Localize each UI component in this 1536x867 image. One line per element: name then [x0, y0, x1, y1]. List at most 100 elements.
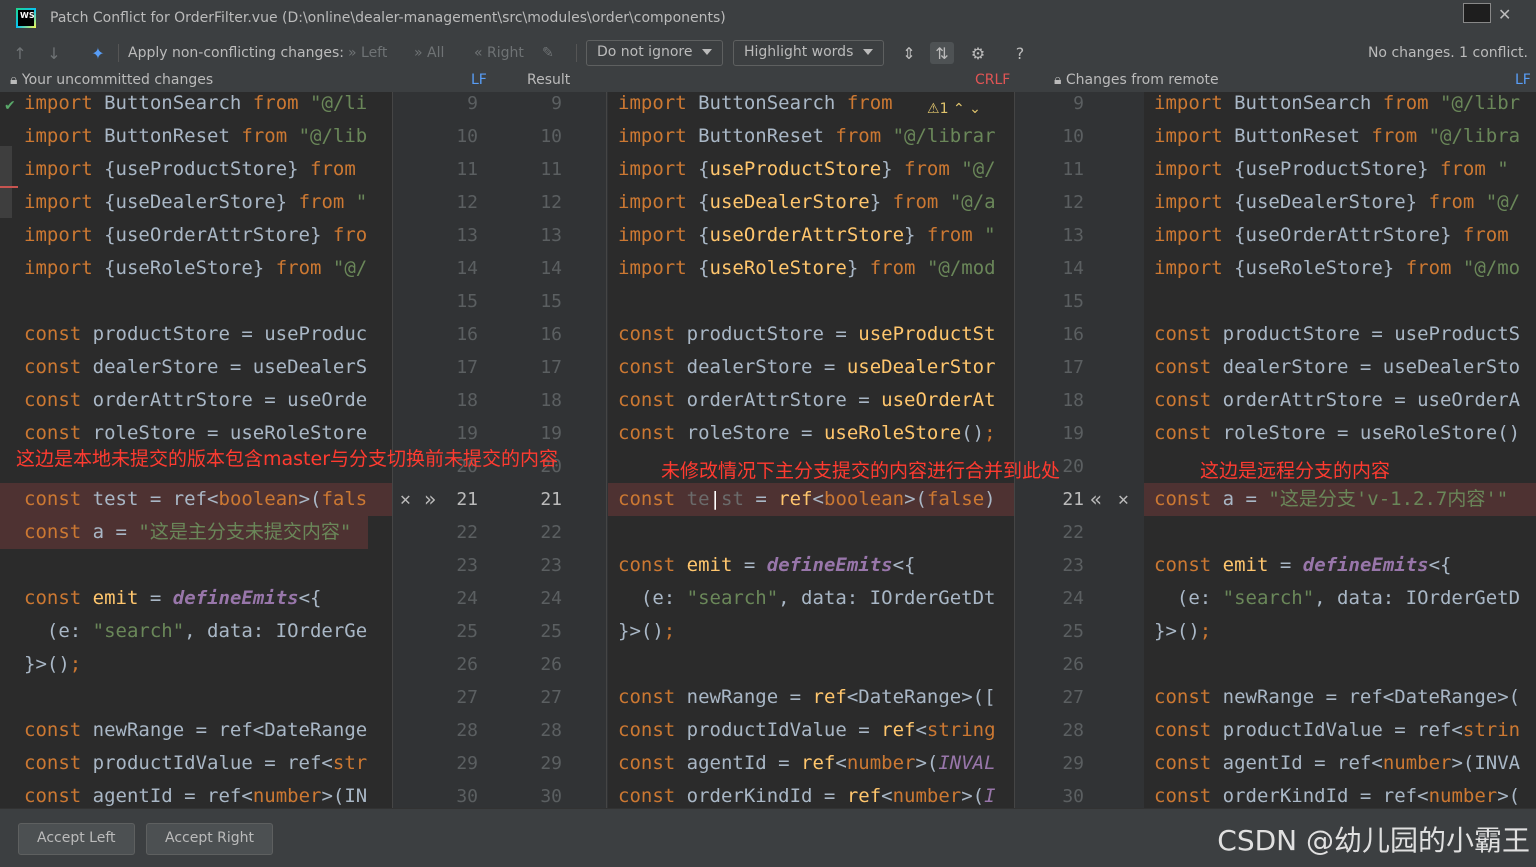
result-code-pane[interactable]: import ButtonSearch from import ButtonRe…: [618, 92, 1014, 808]
double-left-icon: «: [474, 45, 488, 61]
apply-left-button[interactable]: » Left: [348, 36, 387, 70]
code-line: import ButtonSearch from "@/li: [24, 92, 368, 114]
code-line: import ButtonSearch from: [618, 92, 893, 114]
webstorm-logo-icon: WS: [16, 8, 36, 28]
code-line: const productStore = useProduc: [24, 323, 368, 345]
lock-icon: 🔒︎: [10, 72, 18, 88]
previous-difference-icon[interactable]: ↑: [8, 42, 32, 64]
code-line: const orderAttrStore = useOrde: [24, 389, 368, 411]
conflict-status: No changes. 1 conflict.: [1367, 45, 1528, 61]
code-line: const productIdValue = ref<str: [24, 752, 368, 774]
right-panel-title: 🔒︎ Changes from remote: [1054, 72, 1219, 88]
code-line: const emit = defineEmits<{: [24, 587, 322, 609]
highlight-mode-dropdown[interactable]: Highlight words: [733, 40, 885, 66]
code-line: import {useDealerStore} from ": [24, 191, 368, 213]
code-line: import {useOrderAttrStore} fro: [24, 224, 368, 246]
collapse-unchanged-icon[interactable]: ⇕: [897, 42, 921, 64]
code-line: import ButtonReset from "@/libra: [1154, 125, 1521, 147]
code-line: import {useDealerStore} from "@/: [1154, 191, 1521, 213]
code-line: import {useRoleStore} from "@/: [24, 257, 368, 279]
chevron-down-icon: [702, 49, 713, 55]
scroll-marker: [0, 146, 12, 218]
magic-wand-icon[interactable]: ✎: [542, 36, 554, 70]
right-annotation: 这边是远程分支的内容: [1200, 460, 1391, 482]
code-line: const orderKindId = ref<number>(: [1154, 785, 1521, 807]
accept-right-chevron-icon[interactable]: «: [1090, 483, 1102, 516]
toolbar: ↑ ↓ ✦ Apply non-conflicting changes: » L…: [0, 36, 1536, 70]
code-line: import {useRoleStore} from "@/mo: [1154, 257, 1521, 279]
code-line: const productIdValue = ref<strin: [1154, 719, 1521, 741]
window-thumbnail-icon[interactable]: [1463, 3, 1491, 23]
code-line: const productIdValue = ref<string: [618, 719, 996, 741]
code-line: import ButtonSearch from "@/libr: [1154, 92, 1521, 114]
code-line: const a = "这是分支'v-1.2.7内容'": [1154, 488, 1509, 510]
code-line: import ButtonReset from "@/librar: [618, 125, 996, 147]
double-right-icon: »: [414, 45, 428, 61]
double-right-icon: »: [348, 45, 362, 61]
accept-left-chevron-icon[interactable]: »: [424, 483, 436, 516]
bottom-bar: Accept Left Accept Right CSDN @幼儿园的小霸王: [0, 808, 1536, 867]
check-icon: ✔: [4, 98, 16, 114]
code-line: (e: "search", data: IOrderGetD: [1154, 587, 1521, 609]
code-line: const dealerStore = useDealerSto: [1154, 356, 1521, 378]
close-icon[interactable]: ✕: [1498, 5, 1511, 24]
right-gutter: 9 10 11 12 13 14 15 16 17 18 19 20 21 22…: [1014, 92, 1144, 808]
discard-left-icon[interactable]: ✕: [400, 483, 411, 516]
code-line: const agentId = ref<number>(INVAL: [618, 752, 996, 774]
code-line: import {useDealerStore} from "@/a: [618, 191, 996, 213]
code-line: const orderKindId = ref<number>(I: [618, 785, 996, 807]
code-line: }>();: [618, 620, 676, 642]
code-line: const roleStore = useRoleStore();: [618, 422, 996, 444]
code-line: const a = "这是主分支未提交内容": [24, 521, 352, 543]
left-panel-title: 🔒︎ Your uncommitted changes: [10, 72, 214, 88]
discard-right-icon[interactable]: ✕: [1118, 483, 1129, 516]
code-line: const orderAttrStore = useOrderAt: [618, 389, 996, 411]
code-line: const test = ref<boolean>(fals: [24, 488, 368, 510]
window-title: Patch Conflict for OrderFilter.vue (D:\o…: [50, 10, 726, 26]
code-line: const agentId = ref<number>(INVA: [1154, 752, 1521, 774]
apply-right-button[interactable]: « Right: [474, 36, 524, 70]
code-line: const productStore = useProductSt: [618, 323, 996, 345]
accept-right-button[interactable]: Accept Right: [146, 823, 274, 855]
middle-line-separator[interactable]: CRLF: [975, 72, 1010, 88]
magic-resolve-icon[interactable]: ✦: [86, 42, 110, 64]
toolbar-separator: [118, 44, 119, 62]
lock-icon: 🔒︎: [1054, 72, 1062, 88]
title-bar: WS Patch Conflict for OrderFilter.vue (D…: [0, 0, 1536, 36]
code-line: }>();: [24, 653, 82, 675]
chevron-down-icon[interactable]: ⌄: [969, 101, 981, 117]
watermark-text: CSDN @幼儿园的小霸王: [1217, 824, 1530, 857]
toolbar-separator: [576, 44, 577, 62]
code-line: const emit = defineEmits<{: [618, 554, 916, 576]
code-line: const newRange = ref<DateRange: [24, 719, 368, 741]
middle-panel-title: Result: [527, 72, 571, 88]
code-line: import {useOrderAttrStore} from: [1154, 224, 1509, 246]
apply-all-button[interactable]: » All: [414, 36, 444, 70]
left-line-separator[interactable]: LF: [471, 72, 487, 88]
code-line: }>();: [1154, 620, 1212, 642]
apply-non-conflicting-label: Apply non-conflicting changes:: [128, 45, 345, 61]
code-line: const dealerStore = useDealerStor: [618, 356, 996, 378]
accept-left-button[interactable]: Accept Left: [18, 823, 135, 855]
warning-indicator[interactable]: ⚠1 ⌃ ⌄: [927, 101, 981, 117]
next-difference-icon[interactable]: ↓: [42, 42, 66, 64]
code-line: const newRange = ref<DateRange>(: [1154, 686, 1521, 708]
right-code-pane[interactable]: import ButtonSearch from "@/libr import …: [1154, 92, 1536, 808]
warning-icon: ⚠: [927, 101, 940, 117]
chevron-up-icon[interactable]: ⌃: [953, 101, 965, 117]
panel-headers: 🔒︎ Your uncommitted changes LF Result CR…: [0, 70, 1536, 92]
code-line: import {useProductStore} from ": [1154, 158, 1509, 180]
code-line: const roleStore = useRoleStore(): [1154, 422, 1521, 444]
merge-editor: import ButtonSearch from "@/li import Bu…: [0, 92, 1536, 808]
code-line: import ButtonReset from "@/lib: [24, 125, 368, 147]
code-line: const orderAttrStore = useOrderA: [1154, 389, 1521, 411]
middle-annotation: 未修改情况下主分支提交的内容进行合并到此处: [661, 460, 1061, 482]
right-line-separator[interactable]: LF: [1515, 72, 1531, 88]
code-line: import {useProductStore} from: [24, 158, 356, 180]
code-line[interactable]: const te|st = ref<boolean>(false): [618, 483, 996, 516]
help-button[interactable]: ?: [1008, 42, 1032, 64]
code-line: import {useProductStore} from "@/: [618, 158, 996, 180]
ignore-whitespace-dropdown[interactable]: Do not ignore: [586, 40, 724, 66]
gear-icon[interactable]: ⚙: [966, 42, 990, 64]
sync-scroll-icon[interactable]: ⇅: [930, 42, 954, 64]
